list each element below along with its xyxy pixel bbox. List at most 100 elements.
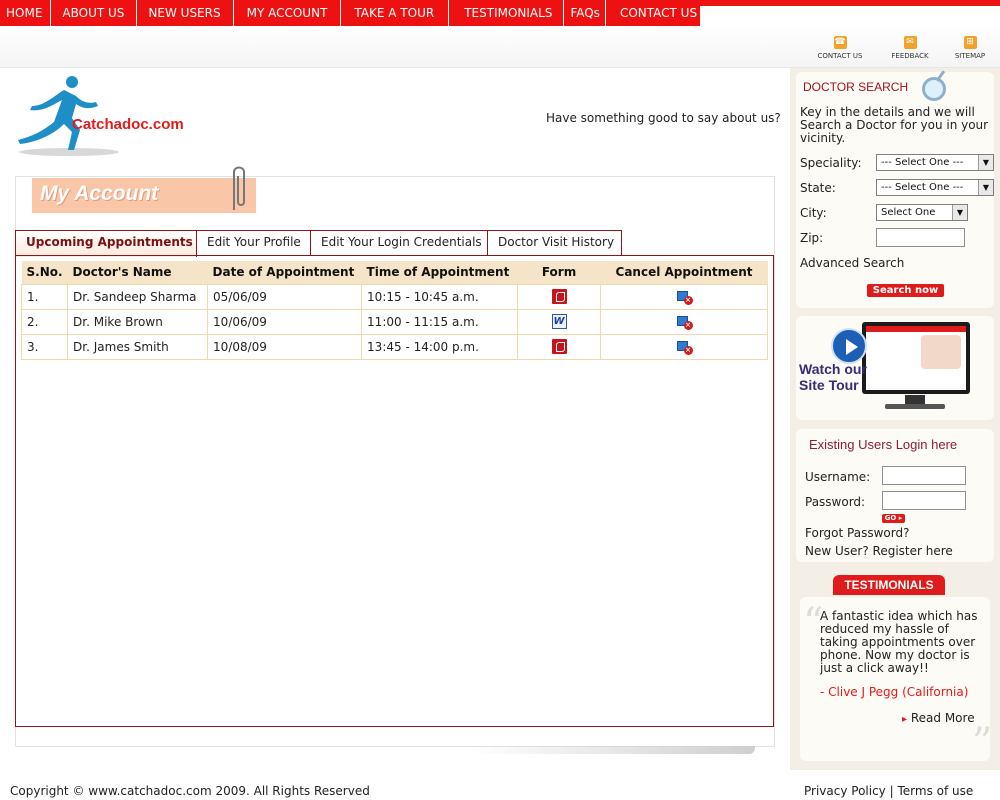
- tab-upcoming-appointments[interactable]: Upcoming Appointments: [15, 230, 197, 257]
- page-title: My Account: [40, 182, 159, 205]
- cell-form: [517, 283, 602, 310]
- username-label: Username:: [805, 470, 871, 484]
- doctor-search-intro: Key in the details and we will Search a …: [800, 105, 989, 145]
- chevron-down-icon: ▼: [952, 205, 967, 220]
- table-row: 1. Dr. Sandeep Sharma 05/06/09 10:15 - 1…: [20, 283, 768, 310]
- cancel-appointment-icon[interactable]: ×: [676, 315, 693, 330]
- cell-form: W: [517, 308, 602, 335]
- terms-of-use-link[interactable]: Terms of use: [897, 784, 973, 798]
- col-date: Date of Appointment: [207, 261, 362, 284]
- cell-doctor: Dr. Mike Brown: [67, 308, 209, 335]
- panel-shadow: [470, 746, 755, 754]
- account-tabs: Upcoming Appointments Edit Your Profile …: [15, 230, 622, 257]
- table-row: 2. Dr. Mike Brown 10/06/09 11:00 - 11:15…: [20, 308, 768, 335]
- magnifier-icon: [922, 77, 946, 101]
- envelope-icon: ✉: [903, 36, 917, 49]
- go-button[interactable]: GO ▸: [882, 514, 905, 523]
- nav-testimonials[interactable]: TESTIMONIALS: [449, 0, 565, 26]
- cell-doctor: Dr. Sandeep Sharma: [67, 283, 209, 310]
- cell-date: 05/06/09: [207, 283, 363, 310]
- city-label: City:: [800, 206, 827, 220]
- zip-label: Zip:: [800, 231, 824, 245]
- chevron-down-icon: ▼: [978, 180, 993, 195]
- cell-time: 13:45 - 14:00 p.m.: [361, 333, 519, 360]
- pdf-icon[interactable]: [551, 289, 567, 304]
- tab-edit-profile[interactable]: Edit Your Profile: [197, 230, 311, 255]
- nav-contact-us[interactable]: CONTACT US: [606, 0, 712, 26]
- close-quote-icon: ”: [972, 720, 993, 766]
- cancel-appointment-icon[interactable]: ×: [676, 290, 693, 305]
- col-form: Form: [517, 261, 601, 284]
- cell-time: 11:00 - 11:15 a.m.: [361, 308, 519, 335]
- testimonial-author: - Clive J Pegg (California): [820, 685, 969, 699]
- testimonials-heading: TESTIMONIALS: [833, 575, 945, 595]
- nav-accent-line: [700, 0, 1000, 6]
- footer-separator: |: [889, 784, 894, 798]
- cell-doctor: Dr. James Smith: [67, 333, 209, 360]
- cell-form: [517, 333, 602, 360]
- cell-date: 10/08/09: [207, 333, 363, 360]
- col-doctor-name: Doctor's Name: [67, 261, 208, 284]
- nav-faqs[interactable]: FAQs: [564, 0, 606, 26]
- col-time: Time of Appointment: [361, 261, 518, 284]
- city-select[interactable]: Select One ▼: [876, 204, 968, 221]
- arrow-right-icon: ▸: [902, 714, 908, 725]
- pdf-icon[interactable]: [551, 339, 567, 354]
- advanced-search-link[interactable]: Advanced Search: [800, 256, 904, 270]
- table-header-row: S.No. Doctor's Name Date of Appointment …: [21, 261, 768, 284]
- cancel-appointment-icon[interactable]: ×: [676, 340, 693, 355]
- cell-cancel: ×: [600, 283, 768, 310]
- state-label: State:: [800, 181, 836, 195]
- login-title: Existing Users Login here: [809, 437, 958, 452]
- utility-contact-us[interactable]: ☎ CONTACT US: [815, 36, 865, 60]
- testimonial-text: A fantastic idea which has reduced my ha…: [820, 609, 978, 675]
- play-icon[interactable]: [831, 328, 867, 364]
- nav-my-account[interactable]: MY ACCOUNT: [234, 0, 342, 26]
- site-logo[interactable]: Catchadoc.com: [14, 74, 194, 164]
- paperclip-icon: [233, 166, 245, 210]
- cell-sno: 1.: [20, 283, 69, 310]
- search-now-button[interactable]: Search now: [867, 284, 944, 297]
- cell-cancel: ×: [600, 333, 768, 360]
- cell-cancel: ×: [600, 308, 768, 335]
- nav-menu: HOME ABOUT US NEW USERS MY ACCOUNT TAKE …: [0, 0, 700, 26]
- top-nav: HOME ABOUT US NEW USERS MY ACCOUNT TAKE …: [0, 0, 1000, 26]
- nav-about-us[interactable]: ABOUT US: [51, 0, 138, 26]
- read-more-link[interactable]: ▸ Read More: [902, 711, 975, 725]
- tab-doctor-visit-history[interactable]: Doctor Visit History: [488, 230, 622, 255]
- cell-sno: 3.: [20, 333, 69, 360]
- password-label: Password:: [805, 495, 866, 509]
- tab-edit-login-credentials[interactable]: Edit Your Login Credentials: [311, 230, 488, 255]
- doctor-search-title: DOCTOR SEARCH: [803, 80, 909, 94]
- utility-sitemap[interactable]: ⊞ SITEMAP: [945, 36, 995, 60]
- logo-text: Catchadoc.com: [72, 116, 184, 133]
- password-input[interactable]: [882, 491, 966, 510]
- table-row: 3. Dr. James Smith 10/08/09 13:45 - 14:0…: [20, 333, 768, 360]
- phone-icon: ☎: [833, 36, 847, 49]
- zip-input[interactable]: [876, 228, 965, 247]
- cell-date: 10/06/09: [207, 308, 363, 335]
- testimonial-prompt[interactable]: Have something good to say about us?: [546, 111, 781, 125]
- speciality-select[interactable]: --- Select One --- ▼: [876, 154, 994, 171]
- register-link[interactable]: New User? Register here: [805, 544, 953, 558]
- username-input[interactable]: [882, 466, 966, 485]
- monitor-base: [885, 404, 945, 409]
- site-tour-label[interactable]: Watch our Site Tour: [799, 361, 867, 393]
- nav-take-a-tour[interactable]: TAKE A TOUR: [341, 0, 450, 26]
- cell-sno: 2.: [20, 308, 69, 335]
- speciality-label: Speciality:: [800, 156, 862, 170]
- utility-feedback[interactable]: ✉ FEEDBACK: [885, 36, 935, 60]
- page-title-banner: My Account: [32, 178, 256, 213]
- copyright: Copyright © www.catchadoc.com 2009. All …: [10, 784, 370, 798]
- col-sno: S.No.: [21, 261, 68, 284]
- footer-links: Privacy Policy | Terms of use: [804, 784, 973, 798]
- state-select[interactable]: --- Select One --- ▼: [876, 179, 994, 196]
- privacy-policy-link[interactable]: Privacy Policy: [804, 784, 886, 798]
- nav-home[interactable]: HOME: [0, 0, 52, 26]
- word-doc-icon[interactable]: W: [551, 314, 567, 329]
- col-cancel: Cancel Appointment: [600, 261, 768, 284]
- appointments-table: S.No. Doctor's Name Date of Appointment …: [20, 261, 768, 360]
- forgot-password-link[interactable]: Forgot Password?: [805, 526, 909, 540]
- nav-new-users[interactable]: NEW USERS: [137, 0, 234, 26]
- monitor-icon: [862, 322, 970, 394]
